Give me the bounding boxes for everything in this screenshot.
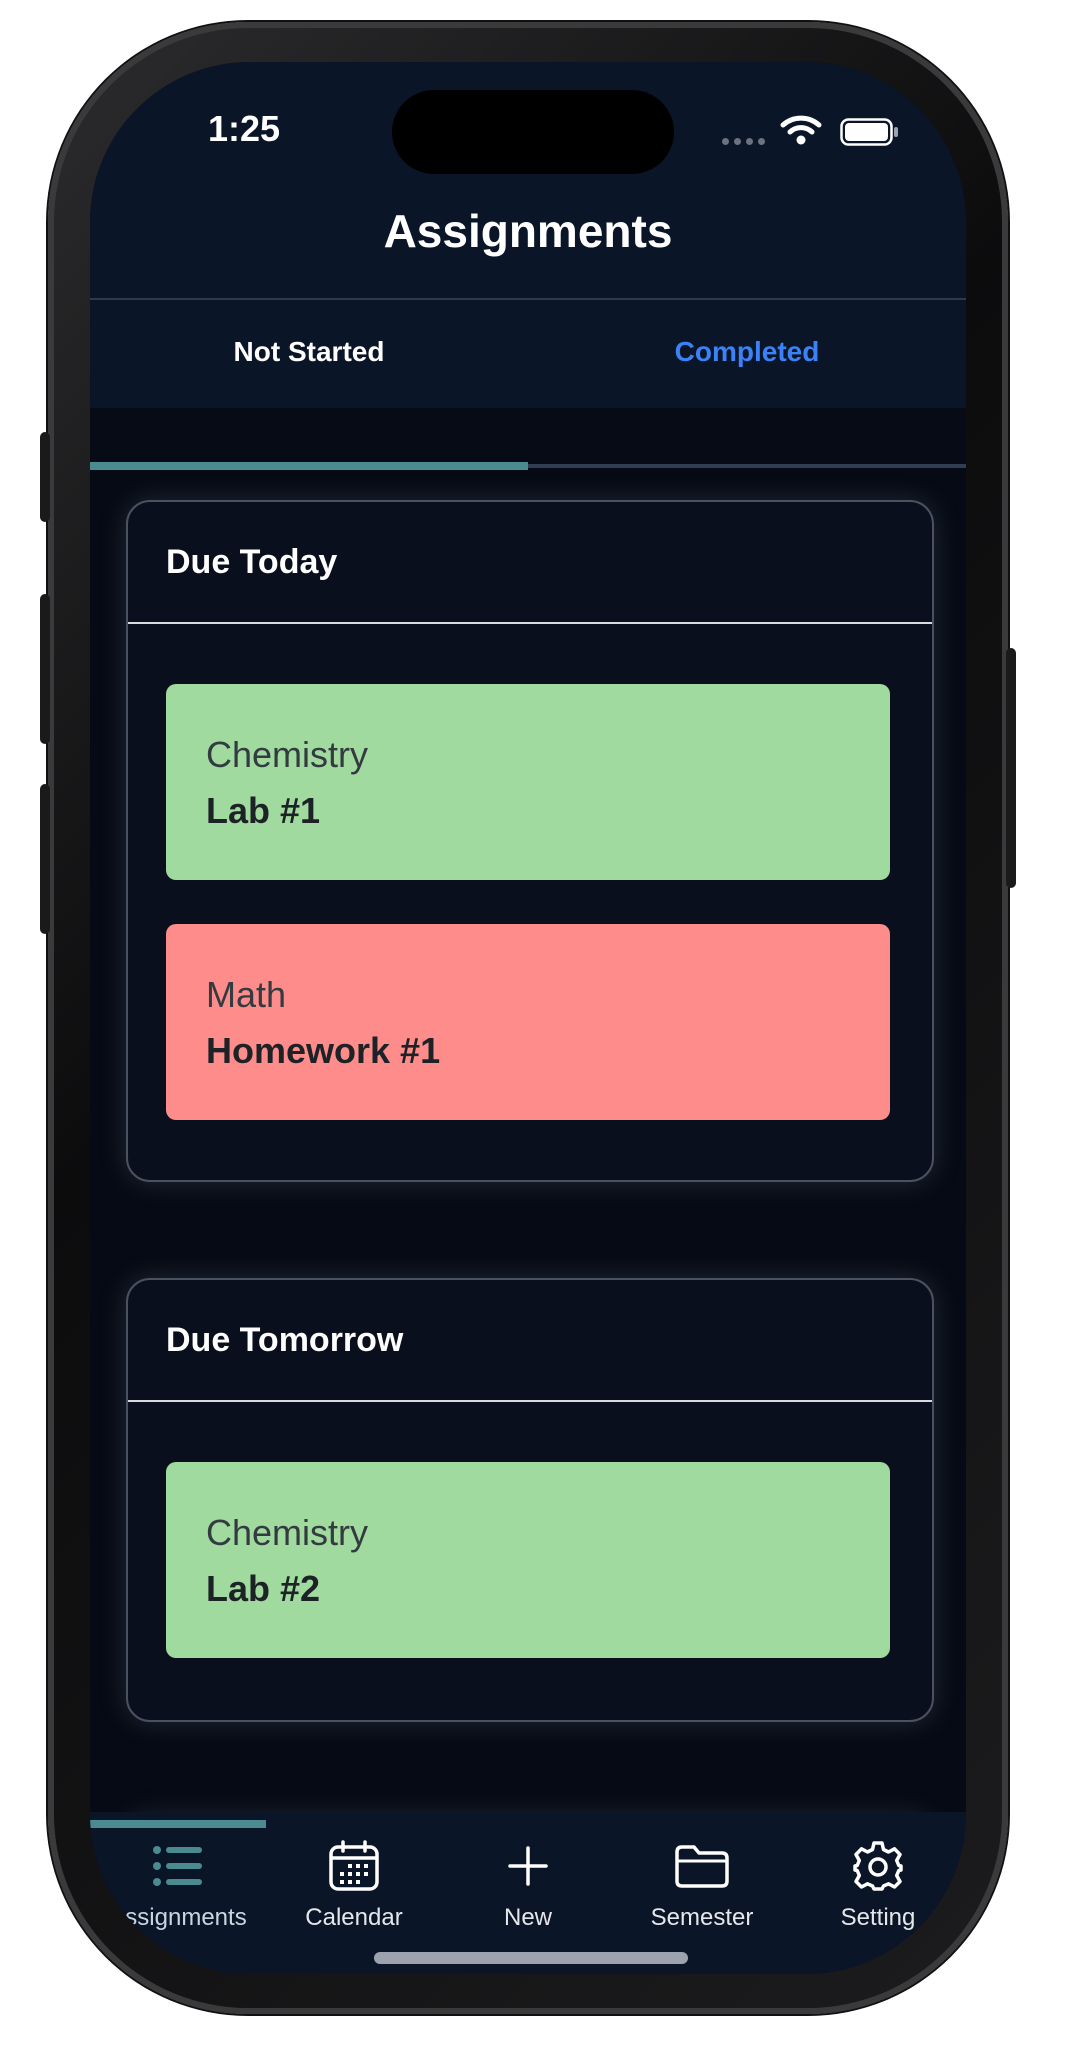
nav-item-setting[interactable]: Setting bbox=[790, 1828, 966, 1938]
section-header: Due Tomorrow bbox=[128, 1280, 932, 1402]
battery-icon bbox=[840, 118, 898, 146]
dynamic-island bbox=[392, 90, 674, 174]
nav-active-indicator bbox=[90, 1820, 266, 1828]
folder-icon bbox=[675, 1845, 729, 1888]
nav-label: Semester bbox=[650, 1904, 754, 1931]
card-subject: Math bbox=[206, 974, 287, 1015]
nav-item-assignments[interactable]: Assignments bbox=[90, 1828, 266, 1938]
app-header: 1:25 Assignments bbox=[90, 62, 966, 298]
assignment-card[interactable]: Chemistry Lab #1 bbox=[166, 684, 890, 880]
phone-screen: 1:25 Assignments Not Started Completed D… bbox=[90, 62, 966, 1974]
tab-not-started[interactable]: Not Started bbox=[90, 300, 528, 404]
section-due-tomorrow: Due Tomorrow Chemistry Lab #2 bbox=[126, 1278, 934, 1722]
card-assignment-name: Homework #1 bbox=[206, 1030, 441, 1071]
section-title: Due Tomorrow bbox=[166, 1320, 404, 1359]
nav-label: Calendar bbox=[305, 1904, 403, 1931]
section-due-today: Due Today Chemistry Lab #1 Math Homework… bbox=[126, 500, 934, 1182]
list-icon bbox=[153, 1846, 202, 1886]
nav-item-new[interactable]: New bbox=[440, 1828, 616, 1938]
calendar-icon bbox=[329, 1840, 379, 1891]
nav-label: Setting bbox=[840, 1904, 916, 1931]
card-assignment-name: Lab #1 bbox=[206, 790, 321, 831]
cellular-signal-icon bbox=[722, 138, 765, 145]
card-assignment-name: Lab #2 bbox=[206, 1568, 321, 1609]
wifi-icon bbox=[780, 115, 822, 145]
side-button-volume-down bbox=[40, 784, 50, 934]
section-title: Due Today bbox=[166, 542, 338, 581]
gear-icon bbox=[853, 1841, 903, 1891]
plus-icon bbox=[508, 1846, 548, 1886]
page-title: Assignments bbox=[383, 205, 673, 257]
card-subject: Chemistry bbox=[206, 1512, 369, 1553]
tab-active-indicator bbox=[90, 462, 528, 470]
nav-label: Assignments bbox=[109, 1904, 247, 1931]
assignment-list[interactable]: Due Today Chemistry Lab #1 Math Homework… bbox=[90, 470, 966, 1940]
assignment-card[interactable]: Chemistry Lab #2 bbox=[166, 1462, 890, 1658]
tab-completed[interactable]: Completed bbox=[528, 300, 966, 404]
bottom-tab-bar: Assignments Calendar New Semester Settin… bbox=[90, 1812, 966, 1974]
card-subject: Chemistry bbox=[206, 734, 369, 775]
status-time: 1:25 bbox=[208, 108, 281, 149]
nav-item-semester[interactable]: Semester bbox=[614, 1828, 790, 1938]
side-button-power bbox=[1006, 648, 1016, 888]
assignment-card[interactable]: Math Homework #1 bbox=[166, 924, 890, 1120]
nav-label: New bbox=[503, 1904, 552, 1931]
side-button-action bbox=[40, 432, 50, 522]
home-indicator bbox=[374, 1952, 688, 1964]
nav-item-calendar[interactable]: Calendar bbox=[266, 1828, 442, 1938]
status-tabs: Not Started Completed bbox=[90, 300, 966, 408]
section-header: Due Today bbox=[128, 502, 932, 624]
side-button-volume-up bbox=[40, 594, 50, 744]
